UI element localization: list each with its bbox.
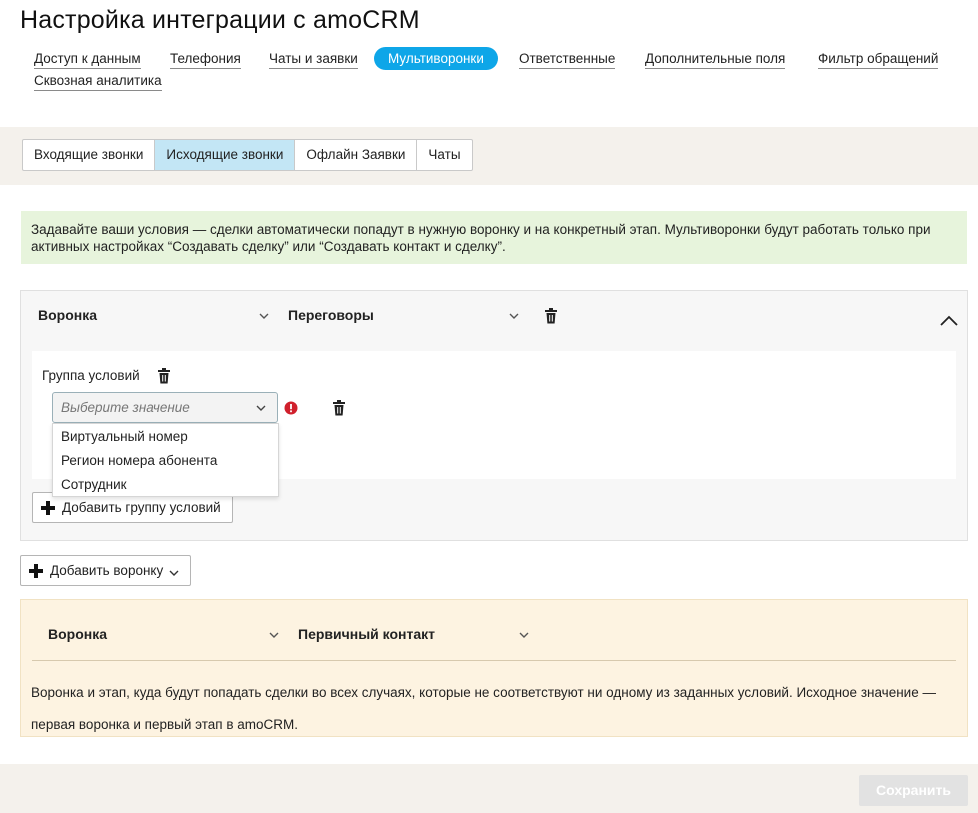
chevron-down-icon[interactable]: [519, 630, 529, 640]
funnel-select[interactable]: Воронка: [38, 307, 97, 323]
add-condition-group-label: Добавить группу условий: [62, 500, 221, 515]
subtab-chats[interactable]: Чаты: [417, 140, 471, 170]
condition-group-label: Группа условий: [42, 368, 140, 383]
subtab-offline-requests[interactable]: Офлайн Заявки: [295, 140, 418, 170]
nav-tab-responsible[interactable]: Ответственные: [519, 51, 616, 69]
footer-bar: [0, 764, 978, 813]
subtab-outgoing-calls[interactable]: Исходящие звонки: [155, 140, 296, 170]
save-button[interactable]: Сохранить: [859, 775, 968, 806]
dropdown-option-employee[interactable]: Сотрудник: [61, 477, 127, 492]
divider: [32, 660, 956, 661]
nav-tab-extra-fields[interactable]: Дополнительные поля: [645, 51, 786, 69]
nav-tab-chats-requests[interactable]: Чаты и заявки: [269, 51, 358, 69]
nav-tab-telephony[interactable]: Телефония: [170, 51, 241, 69]
chevron-down-icon[interactable]: [269, 630, 279, 640]
nav-tab-request-filter[interactable]: Фильтр обращений: [818, 51, 939, 69]
stage-select[interactable]: Переговоры: [288, 307, 374, 323]
chevron-down-icon[interactable]: [509, 311, 519, 321]
chevron-up-icon[interactable]: [940, 315, 958, 327]
call-type-tabs: Входящие звонки Исходящие звонки Офлайн …: [22, 139, 473, 171]
trash-icon[interactable]: [156, 368, 172, 384]
condition-select[interactable]: Выберите значение: [52, 392, 278, 423]
trash-icon[interactable]: [331, 400, 347, 416]
nav-tab-end-to-end-analytics[interactable]: Сквозная аналитика: [34, 73, 162, 91]
nav-tab-multifunnels[interactable]: Мультиворонки: [374, 47, 498, 70]
error-icon: [283, 400, 299, 416]
chevron-down-icon[interactable]: [256, 403, 266, 413]
chevron-down-icon[interactable]: [259, 311, 269, 321]
default-stage-select[interactable]: Первичный контакт: [298, 626, 435, 642]
nav-tab-data-access[interactable]: Доступ к данным: [34, 51, 141, 69]
subtab-incoming-calls[interactable]: Входящие звонки: [23, 140, 156, 170]
plus-icon: [29, 563, 43, 578]
condition-dropdown: Виртуальный номер Регион номера абонента…: [52, 423, 279, 497]
add-funnel-button[interactable]: Добавить воронку: [20, 555, 191, 586]
page-title: Настройка интеграции с amoCRM: [20, 6, 420, 34]
dropdown-option-virtual-number[interactable]: Виртуальный номер: [61, 429, 188, 444]
chevron-down-icon: [169, 566, 179, 576]
trash-icon[interactable]: [543, 308, 559, 324]
add-funnel-label: Добавить воронку: [50, 563, 164, 578]
default-funnel-select[interactable]: Воронка: [48, 626, 107, 642]
dropdown-option-subscriber-region[interactable]: Регион номера абонента: [61, 453, 217, 468]
plus-icon: [41, 500, 55, 515]
info-notice: Задавайте ваши условия — сделки автомати…: [21, 211, 967, 264]
default-funnel-description: Воронка и этап, куда будут попадать сдел…: [31, 685, 936, 732]
